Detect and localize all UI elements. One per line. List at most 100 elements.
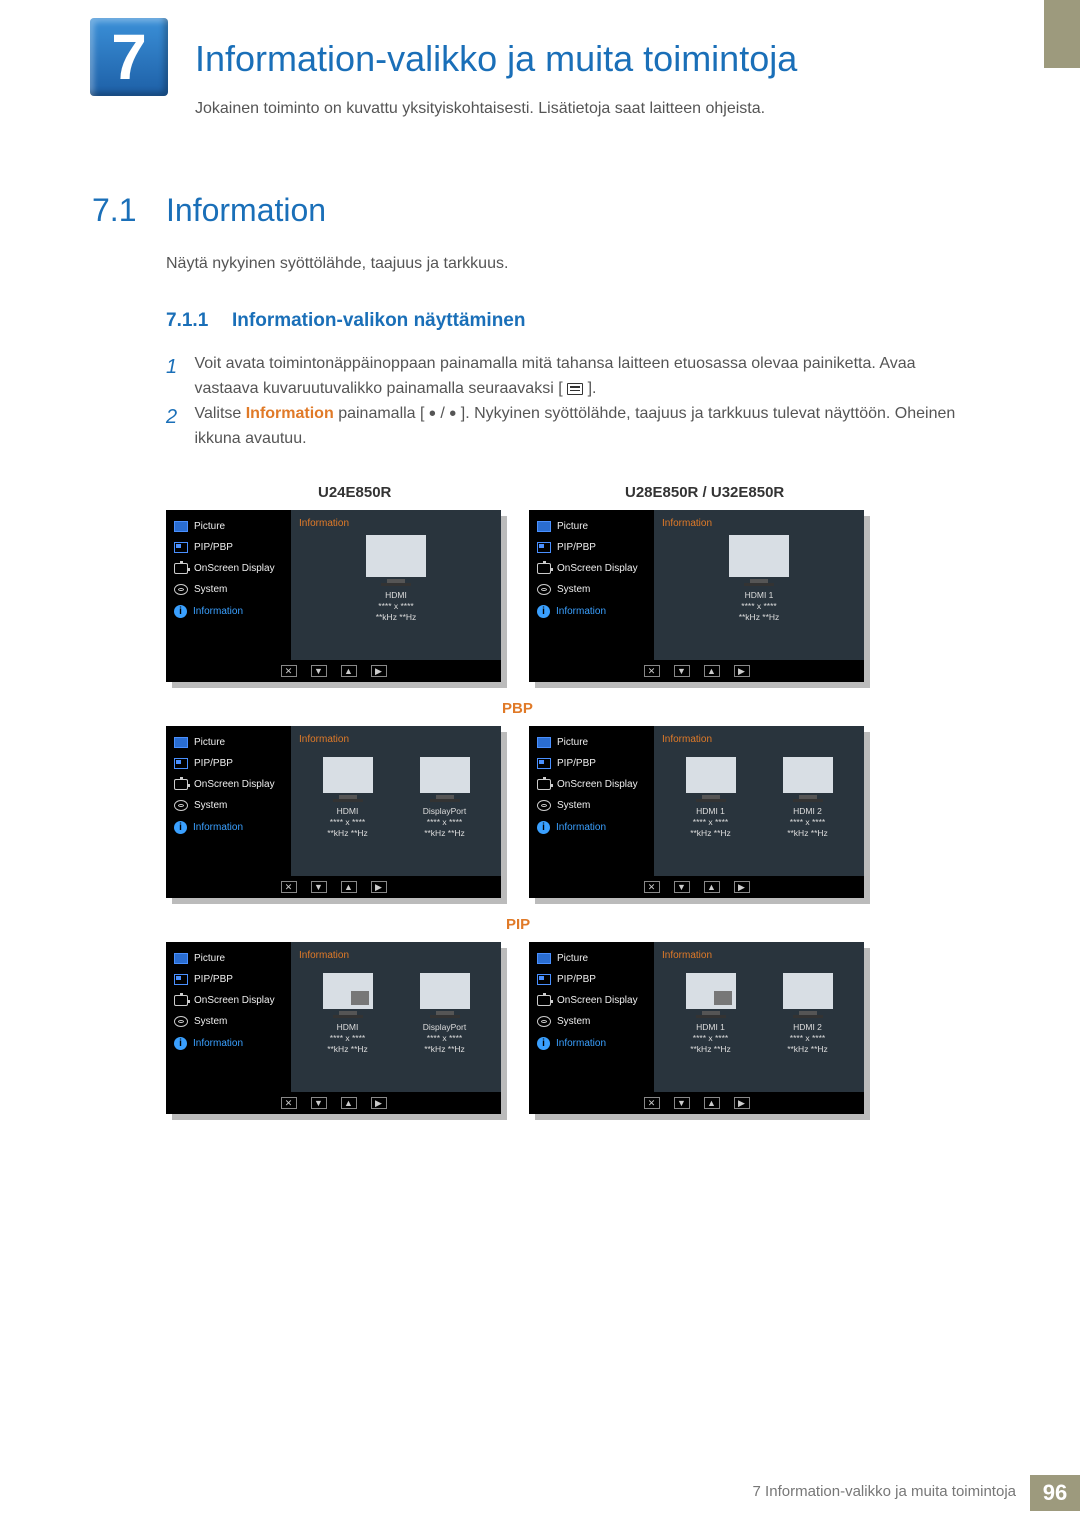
model-label-left: U24E850R: [318, 484, 391, 501]
chapter-intro: Jokainen toiminto on kuvattu yksityiskoh…: [195, 100, 765, 118]
info-icon: i: [537, 1037, 550, 1050]
menu-label: OnScreen Display: [194, 995, 275, 1006]
signal-freq: **kHz **Hz: [787, 1044, 828, 1054]
osd-screenshot: Picture PIP/PBP OnScreen Display System …: [166, 726, 501, 898]
panel-title: Information: [662, 950, 856, 961]
menu-item-pippbp[interactable]: PIP/PBP: [529, 969, 654, 990]
osd-panel: Information HDMI**** x ******kHz **Hz Di…: [291, 726, 501, 876]
pip-icon: [537, 542, 551, 553]
menu-item-pippbp[interactable]: PIP/PBP: [166, 537, 291, 558]
nav-up-button[interactable]: ▲: [341, 881, 357, 893]
menu-item-information[interactable]: iInformation: [529, 1032, 654, 1055]
nav-up-button[interactable]: ▲: [341, 1097, 357, 1109]
nav-down-button[interactable]: ▼: [674, 665, 690, 677]
menu-item-onscreen[interactable]: OnScreen Display: [166, 774, 291, 795]
signal-freq: **kHz **Hz: [739, 612, 780, 622]
menu-label: OnScreen Display: [557, 995, 638, 1006]
menu-label: Information: [193, 822, 243, 833]
pip-icon: [174, 542, 188, 553]
menu-item-pippbp[interactable]: PIP/PBP: [529, 537, 654, 558]
nav-down-button[interactable]: ▼: [311, 881, 327, 893]
section-title: Information: [166, 192, 326, 229]
signal-freq: **kHz **Hz: [327, 828, 368, 838]
osd-panel: Information HDMI 1**** x ******kHz **Hz …: [654, 942, 864, 1092]
nav-right-button[interactable]: ▶: [734, 1097, 750, 1109]
menu-item-picture[interactable]: Picture: [166, 516, 291, 537]
menu-item-system[interactable]: System: [166, 795, 291, 816]
menu-item-system[interactable]: System: [166, 579, 291, 600]
nav-down-button[interactable]: ▼: [674, 1097, 690, 1109]
nav-close-button[interactable]: ✕: [644, 665, 660, 677]
menu-item-picture[interactable]: Picture: [529, 516, 654, 537]
nav-right-button[interactable]: ▶: [371, 1097, 387, 1109]
nav-right-button[interactable]: ▶: [371, 665, 387, 677]
signal-freq: **kHz **Hz: [690, 1044, 731, 1054]
nav-up-button[interactable]: ▲: [341, 665, 357, 677]
menu-label: PIP/PBP: [557, 758, 596, 769]
nav-close-button[interactable]: ✕: [281, 665, 297, 677]
nav-close-button[interactable]: ✕: [281, 881, 297, 893]
nav-up-button[interactable]: ▲: [704, 1097, 720, 1109]
menu-label: System: [194, 1016, 227, 1027]
menu-item-onscreen[interactable]: OnScreen Display: [529, 774, 654, 795]
menu-item-pippbp[interactable]: PIP/PBP: [529, 753, 654, 774]
menu-label: OnScreen Display: [557, 779, 638, 790]
nav-down-button[interactable]: ▼: [674, 881, 690, 893]
menu-label: Picture: [194, 737, 225, 748]
signal-freq: **kHz **Hz: [787, 828, 828, 838]
nav-up-button[interactable]: ▲: [704, 665, 720, 677]
osd-screenshot: Picture PIP/PBP OnScreen Display System …: [529, 942, 864, 1114]
monitor-graphic: HDMI 1**** x ******kHz **Hz: [686, 757, 736, 839]
menu-label: Information: [193, 606, 243, 617]
menu-label: System: [194, 800, 227, 811]
menu-item-pippbp[interactable]: PIP/PBP: [166, 969, 291, 990]
menu-label: PIP/PBP: [194, 758, 233, 769]
menu-item-information[interactable]: iInformation: [529, 816, 654, 839]
menu-item-information[interactable]: iInformation: [529, 600, 654, 623]
menu-label: PIP/PBP: [557, 974, 596, 985]
menu-item-picture[interactable]: Picture: [529, 948, 654, 969]
menu-item-information[interactable]: iInformation: [166, 600, 291, 623]
nav-close-button[interactable]: ✕: [644, 1097, 660, 1109]
osd-icon: [174, 563, 188, 574]
menu-item-picture[interactable]: Picture: [166, 732, 291, 753]
menu-item-system[interactable]: System: [529, 579, 654, 600]
menu-label: Picture: [194, 953, 225, 964]
menu-item-information[interactable]: iInformation: [166, 816, 291, 839]
gear-icon: [174, 1016, 188, 1027]
menu-label: OnScreen Display: [194, 563, 275, 574]
menu-item-onscreen[interactable]: OnScreen Display: [529, 990, 654, 1011]
signal-source: HDMI 1: [745, 590, 774, 600]
menu-item-system[interactable]: System: [529, 1011, 654, 1032]
nav-close-button[interactable]: ✕: [644, 881, 660, 893]
menu-item-onscreen[interactable]: OnScreen Display: [166, 558, 291, 579]
nav-up-button[interactable]: ▲: [704, 881, 720, 893]
menu-item-information[interactable]: iInformation: [166, 1032, 291, 1055]
menu-item-picture[interactable]: Picture: [166, 948, 291, 969]
menu-item-system[interactable]: System: [529, 795, 654, 816]
signal-freq: **kHz **Hz: [690, 828, 731, 838]
nav-close-button[interactable]: ✕: [281, 1097, 297, 1109]
gear-icon: [537, 584, 551, 595]
osd-icon: [537, 779, 551, 790]
osd-menu: Picture PIP/PBP OnScreen Display System …: [166, 726, 291, 876]
osd-nav-bar: ✕ ▼ ▲ ▶: [166, 660, 501, 682]
menu-item-onscreen[interactable]: OnScreen Display: [529, 558, 654, 579]
menu-label: Information: [556, 606, 606, 617]
menu-item-system[interactable]: System: [166, 1011, 291, 1032]
subsection-number: 7.1.1: [166, 310, 208, 332]
picture-icon: [174, 521, 188, 532]
nav-right-button[interactable]: ▶: [371, 881, 387, 893]
monitor-graphic: HDMI 2**** x ******kHz **Hz: [783, 757, 833, 839]
info-icon: i: [537, 821, 550, 834]
pip-icon: [174, 758, 188, 769]
pip-icon: [537, 974, 551, 985]
nav-right-button[interactable]: ▶: [734, 881, 750, 893]
nav-down-button[interactable]: ▼: [311, 665, 327, 677]
menu-item-onscreen[interactable]: OnScreen Display: [166, 990, 291, 1011]
picture-icon: [537, 953, 551, 964]
nav-right-button[interactable]: ▶: [734, 665, 750, 677]
menu-item-pippbp[interactable]: PIP/PBP: [166, 753, 291, 774]
nav-down-button[interactable]: ▼: [311, 1097, 327, 1109]
menu-item-picture[interactable]: Picture: [529, 732, 654, 753]
